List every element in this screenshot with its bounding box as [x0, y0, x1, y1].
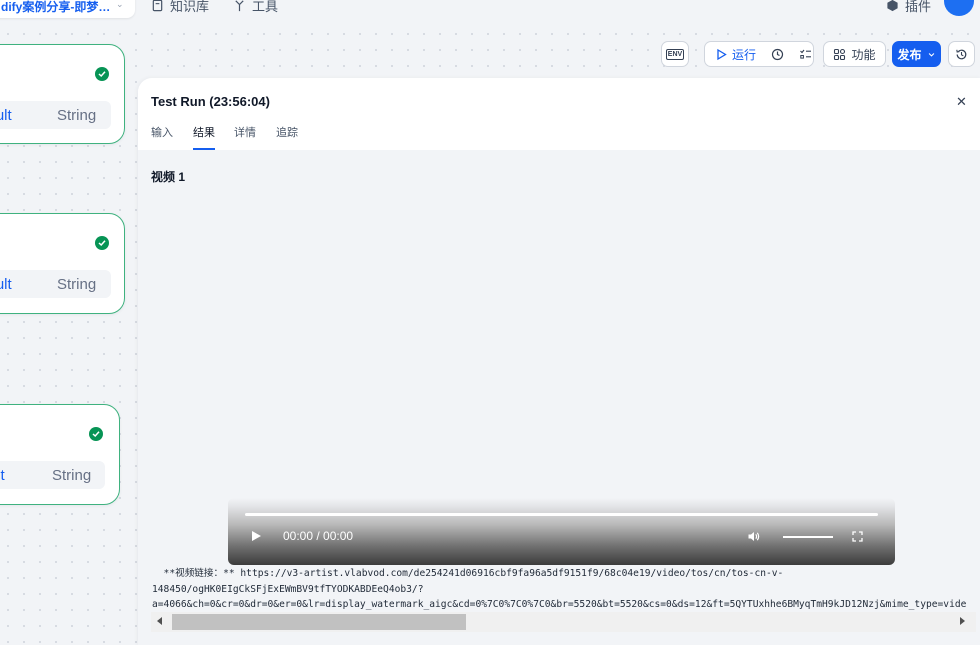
success-check-icon: [89, 427, 103, 441]
output-variable-row: result String: [0, 101, 111, 129]
video-progress-bar[interactable]: [245, 513, 878, 516]
active-tab-indicator: [193, 148, 215, 150]
tab-tracing[interactable]: 追踪: [276, 124, 298, 140]
cube-icon: [887, 0, 898, 12]
volume-icon[interactable]: [747, 530, 760, 543]
nav-tools[interactable]: 工具: [233, 0, 278, 15]
nav-tools-label: 工具: [252, 0, 279, 14]
history-check-button[interactable]: [771, 48, 784, 61]
nav-plugins-label: 插件: [905, 0, 932, 14]
output-variable-row: result String: [0, 461, 105, 489]
play-icon[interactable]: [252, 531, 261, 541]
workflow-node[interactable]: result String: [0, 404, 120, 505]
version-history-button[interactable]: [948, 41, 975, 67]
app-switcher[interactable]: dify案例分享-即梦… ⌄: [0, 0, 135, 18]
variable-type: String: [57, 276, 97, 293]
scroll-right-arrow-icon[interactable]: [960, 617, 965, 625]
features-label: 功能: [851, 47, 876, 62]
panel-header: Test Run (23:56:04) ✕ 输入 结果 详情 追踪: [138, 78, 980, 150]
clock-check-icon: [771, 48, 784, 60]
result-section-title: 视频 1: [151, 170, 186, 184]
link-line: a=4066&ch=0&cr=0&dr=0&er=0&lr=display_wa…: [152, 599, 967, 610]
tab-detail[interactable]: 详情: [234, 124, 256, 140]
close-icon[interactable]: ✕: [956, 94, 967, 110]
checklist-button[interactable]: [799, 48, 812, 61]
link-line: **视频链接：** https://v3-artist.vlabvod.com/…: [152, 568, 784, 579]
success-check-icon: [95, 67, 109, 81]
features-button[interactable]: 功能: [823, 41, 886, 67]
output-variable-row: result String: [0, 270, 111, 298]
avatar[interactable]: [944, 0, 974, 16]
video-time: 00:00 / 00:00: [283, 529, 354, 543]
app-name: dify案例分享-即梦…: [1, 0, 111, 14]
checklist-icon: [800, 49, 812, 59]
run-button[interactable]: 运行: [715, 46, 756, 63]
link-line: 148450/ogHK0EIgCkSFjExEWmBV9tfTYODKABDEe…: [152, 583, 424, 595]
tab-result[interactable]: 结果: [193, 124, 215, 140]
video-link-text: **视频链接：** https://v3-artist.vlabvod.com/…: [152, 566, 966, 613]
tab-input[interactable]: 输入: [151, 124, 173, 140]
publish-label: 发布: [897, 47, 922, 62]
variable-name: result: [0, 107, 12, 124]
chevron-down-icon: [928, 52, 934, 57]
variable-type: String: [57, 107, 97, 124]
variable-name: result: [0, 467, 5, 484]
nav-plugins[interactable]: 插件: [886, 0, 931, 15]
workflow-node[interactable]: result String: [0, 44, 125, 144]
play-icon: [717, 48, 727, 60]
top-nav: dify案例分享-即梦… ⌄ 知识库 工具 插件: [0, 0, 980, 26]
volume-slider[interactable]: [783, 536, 833, 538]
horizontal-scrollbar[interactable]: [151, 612, 976, 632]
variable-name: result: [0, 276, 12, 293]
run-toolbar-group: 运行: [704, 41, 814, 67]
chevron-down-icon: ⌄: [116, 0, 124, 9]
env-icon: ENV: [665, 48, 685, 60]
test-run-panel: Test Run (23:56:04) ✕ 输入 结果 详情 追踪 视频 1 0…: [138, 78, 980, 645]
workflow-node[interactable]: result String: [0, 213, 125, 314]
nav-knowledge-label: 知识库: [170, 0, 210, 14]
panel-title: Test Run (23:56:04): [151, 94, 270, 109]
variable-type: String: [52, 467, 92, 484]
publish-button[interactable]: 发布: [892, 41, 941, 67]
nav-knowledge[interactable]: 知识库: [151, 0, 209, 15]
scrollbar-thumb[interactable]: [172, 614, 466, 630]
fullscreen-icon[interactable]: [852, 531, 863, 542]
scroll-left-arrow-icon[interactable]: [157, 617, 162, 625]
tool-icon: [235, 0, 244, 12]
success-check-icon: [95, 236, 109, 250]
book-icon: [152, 0, 163, 12]
run-label: 运行: [732, 47, 757, 62]
video-player[interactable]: 00:00 / 00:00: [228, 498, 895, 565]
apps-icon: [834, 48, 846, 60]
env-button[interactable]: ENV: [661, 41, 689, 67]
history-icon: [956, 49, 967, 59]
